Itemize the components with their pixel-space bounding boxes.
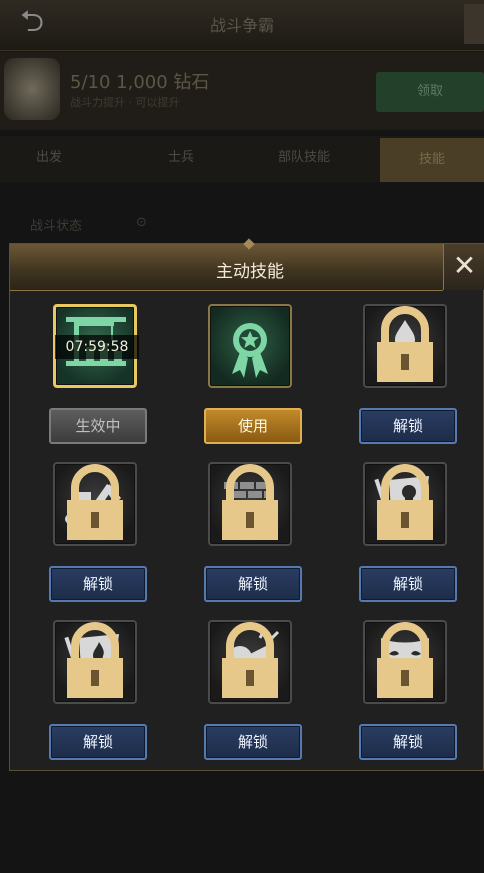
skill-slot-2[interactable] bbox=[208, 304, 292, 388]
skill-unlock-button[interactable]: 解锁 bbox=[204, 724, 302, 760]
background-claim-button: 领取 bbox=[376, 72, 484, 112]
background-tab-2: 部队技能 bbox=[278, 150, 331, 165]
background-emblem-icon bbox=[4, 58, 60, 120]
skill-unlock-button[interactable]: 解锁 bbox=[359, 566, 457, 602]
skill-slot-6[interactable] bbox=[363, 462, 447, 546]
skill-unlock-button[interactable]: 解锁 bbox=[49, 724, 147, 760]
skill-unlock-button[interactable]: 解锁 bbox=[204, 566, 302, 602]
skill-unlock-button[interactable]: 解锁 bbox=[49, 566, 147, 602]
padlock-icon bbox=[377, 464, 433, 540]
skill-use-button[interactable]: 使用 bbox=[204, 408, 302, 444]
skill-slot-4[interactable] bbox=[53, 462, 137, 546]
skill-slot-1[interactable]: 07:59:58 bbox=[53, 304, 139, 388]
padlock-icon bbox=[67, 622, 123, 698]
padlock-icon bbox=[377, 306, 433, 382]
dialog-title: 主动技能 bbox=[216, 262, 284, 282]
ribbon-medal-icon bbox=[232, 323, 268, 378]
skill-active-button[interactable]: 生效中 bbox=[49, 408, 147, 444]
skill-unlock-button[interactable]: 解锁 bbox=[359, 724, 457, 760]
active-skills-dialog: 主动技能 ✕ 07:59:58 生效中 使用 解锁 解锁 解锁 解锁 解锁 解锁… bbox=[9, 238, 484, 771]
skill-slot-3[interactable] bbox=[363, 304, 447, 388]
background-tab-1: 士兵 bbox=[168, 150, 195, 165]
skill-slot-7[interactable] bbox=[53, 620, 137, 704]
skill-slot-8[interactable] bbox=[208, 620, 292, 704]
background-claim-label: 领取 bbox=[416, 84, 443, 99]
skill-slot-9[interactable] bbox=[363, 620, 447, 704]
padlock-icon bbox=[67, 464, 123, 540]
background-status-label: 战斗状态 bbox=[30, 219, 83, 234]
background-tab-3: 技能 bbox=[380, 138, 484, 182]
background-tab-0: 出发 bbox=[36, 150, 63, 165]
background-row-title: 5/10 1,000 钻石 bbox=[70, 72, 210, 93]
skill-timer: 07:59:58 bbox=[55, 335, 139, 359]
background-title: 战斗争霸 bbox=[209, 16, 274, 35]
skill-slot-5[interactable] bbox=[208, 462, 292, 546]
close-x-icon[interactable]: ✕ bbox=[443, 244, 484, 290]
skill-unlock-button[interactable]: 解锁 bbox=[359, 408, 457, 444]
padlock-icon bbox=[222, 622, 278, 698]
padlock-icon bbox=[222, 464, 278, 540]
background-status-icon: ⊙ bbox=[136, 215, 147, 230]
background-row-subtitle: 战斗力提升 · 可以提升 bbox=[70, 96, 180, 109]
background-side-button bbox=[464, 4, 484, 44]
padlock-icon bbox=[377, 622, 433, 698]
